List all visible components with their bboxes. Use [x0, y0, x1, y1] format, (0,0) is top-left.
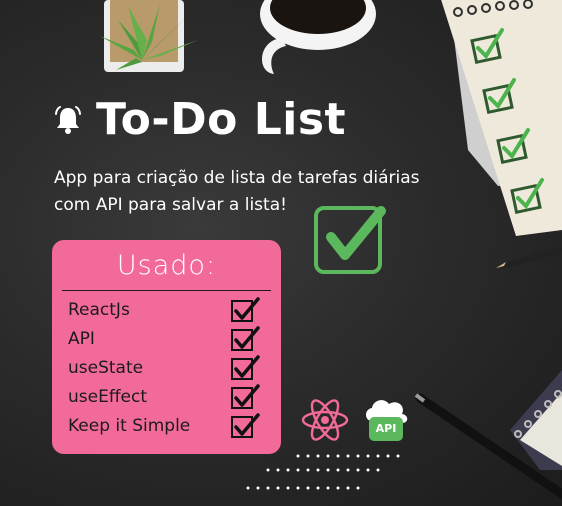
- checkbox-checked-icon: [231, 384, 260, 409]
- checkbox-checked-icon: [231, 297, 260, 322]
- list-item-api: API: [68, 326, 268, 352]
- list-item-label: useState: [68, 358, 144, 378]
- cloud-api-icon: API: [362, 395, 410, 445]
- card-title: Usado:: [116, 249, 217, 281]
- list-item-keep-it-simple: Keep it Simple: [68, 413, 268, 439]
- dark-notebook: [510, 370, 562, 470]
- list-item-usestate: useState: [68, 355, 268, 381]
- card-divider: [62, 290, 271, 291]
- title-row: To-Do List: [52, 98, 346, 142]
- pencil: [496, 247, 562, 269]
- list-item-useeffect: useEffect: [68, 384, 268, 410]
- checkbox-checked-icon: [231, 355, 260, 380]
- list-item-label: useEffect: [68, 387, 148, 407]
- tech-card: Usado: ReactJs API useState useEffect Ke…: [52, 240, 281, 454]
- page-title: To-Do List: [96, 94, 347, 145]
- banner: To-Do List App para criação de lista de …: [0, 0, 562, 506]
- checkmark-icon: [314, 206, 386, 274]
- list-item-reactjs: ReactJs: [68, 297, 268, 323]
- list-item-label: API: [68, 329, 95, 349]
- react-logo-icon: [301, 399, 349, 441]
- cloud-shape: [366, 400, 408, 441]
- list-item-label: ReactJs: [68, 300, 130, 320]
- checkbox-checked-icon: [231, 326, 260, 351]
- subtitle-line-1: App para criação de lista de tarefas diá…: [54, 168, 420, 188]
- coffee-cup: [260, 0, 376, 74]
- checkbox-checked-icon: [231, 413, 260, 438]
- card-header: Usado:: [52, 240, 281, 290]
- dots-decoration: [246, 454, 400, 490]
- api-badge-label: API: [375, 422, 397, 435]
- bell-icon: [55, 106, 81, 134]
- notepad: [441, 0, 562, 236]
- list-item-label: Keep it Simple: [68, 416, 191, 436]
